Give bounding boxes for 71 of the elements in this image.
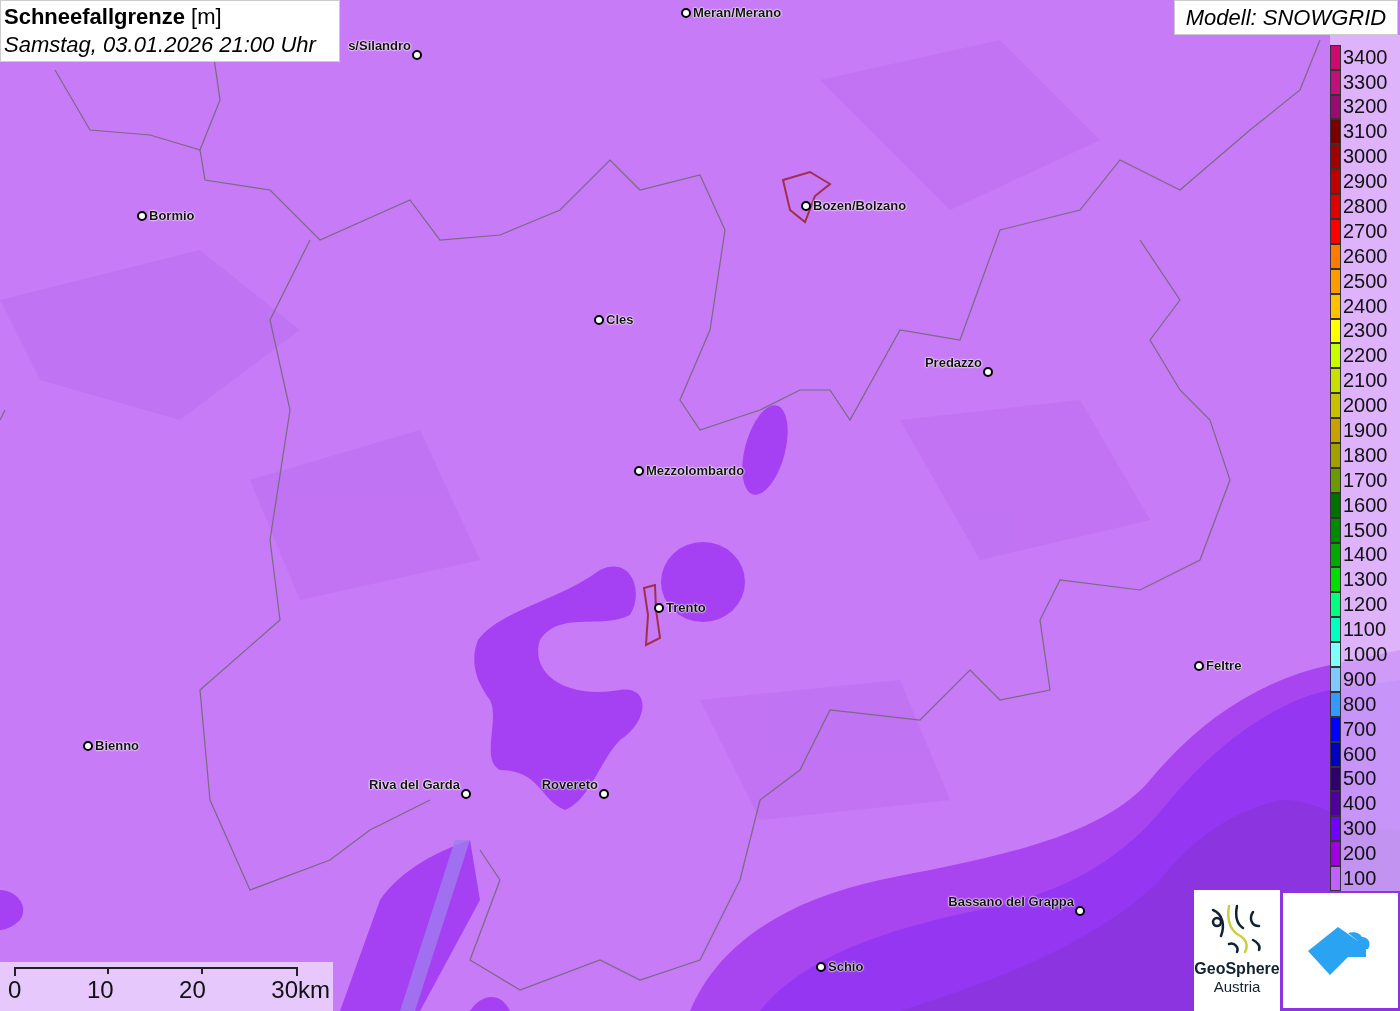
legend-label: 1800: [1343, 443, 1388, 467]
place-label: Bienno: [95, 738, 140, 753]
place-dot-icon: [1075, 906, 1085, 916]
legend-label: 3000: [1343, 145, 1388, 169]
legend-label: 2600: [1343, 244, 1388, 268]
place-dot-icon: [983, 367, 993, 377]
forecast-datetime: Samstag, 03.01.2026 21:00 Uhr: [4, 31, 318, 59]
logo-country: Austria: [1213, 978, 1261, 996]
legend-label: 2500: [1343, 269, 1388, 293]
place-dot-icon: [461, 789, 471, 799]
place-dot-icon: [412, 50, 422, 60]
legend-label: 1600: [1343, 493, 1388, 517]
legend-label: 500: [1343, 767, 1377, 791]
legend-label: 3200: [1343, 95, 1388, 119]
legend-label: 1500: [1343, 518, 1388, 542]
place-dot-icon: [634, 465, 644, 476]
legend-label: 200: [1343, 842, 1377, 866]
place-dot-icon: [599, 789, 609, 799]
legend-label: 3400: [1343, 45, 1388, 69]
place-label: Bormio: [149, 208, 195, 223]
place-label: s/Silandro: [348, 38, 411, 53]
place-label: Predazzo: [924, 355, 982, 370]
place-label: Schio: [828, 959, 864, 974]
place-label: Meran/Merano: [693, 5, 782, 20]
legend-label: 1100: [1343, 618, 1386, 642]
legend-label: 1400: [1343, 543, 1388, 567]
legend-label: 300: [1343, 817, 1377, 841]
legend-label: 400: [1343, 792, 1377, 816]
scale-label: 20: [179, 976, 206, 1004]
place-dot-icon: [83, 740, 93, 751]
legend-label: 3100: [1343, 120, 1388, 144]
legend-label: 2000: [1343, 394, 1388, 418]
legend-label: 1700: [1343, 468, 1388, 492]
legend-label: 1000: [1343, 643, 1388, 667]
place-label: Trento: [666, 600, 706, 615]
legend-label: 2700: [1343, 219, 1388, 243]
scale-label: 30km: [271, 976, 330, 1004]
place-label: Riva del Garda: [368, 777, 460, 792]
map-title: Schneefallgrenze [m]: [4, 4, 223, 30]
legend-label: 600: [1343, 742, 1377, 766]
logo-name: GeoSphere: [1194, 960, 1280, 978]
legend-label: 2300: [1343, 319, 1388, 343]
legend-label: 900: [1343, 667, 1377, 691]
place-label: Cles: [606, 312, 634, 327]
place-label: Rovereto: [541, 777, 598, 792]
place-label: Mezzolombardo: [646, 463, 745, 478]
legend-label: 3300: [1343, 70, 1388, 94]
legend-label: 800: [1343, 692, 1377, 716]
legend-label: 1200: [1343, 593, 1388, 617]
place-dot-icon: [816, 961, 826, 972]
legend-label: 2900: [1343, 170, 1388, 194]
place-dot-icon: [137, 210, 147, 221]
place-dot-icon: [681, 7, 691, 18]
place-label: Bozen/Bolzano: [813, 198, 907, 213]
legend-label: 700: [1343, 717, 1377, 741]
scale-label: 0: [8, 976, 22, 1004]
legend-label: 1300: [1343, 568, 1388, 592]
legend-label: 2100: [1343, 369, 1388, 393]
legend-label: 2800: [1343, 195, 1388, 218]
legend-label: 2200: [1343, 344, 1388, 368]
place-dot-icon: [801, 200, 811, 211]
legend-label: 100: [1343, 867, 1377, 891]
legend-label: 1900: [1343, 419, 1388, 442]
place-label: Feltre: [1206, 658, 1242, 673]
place-dot-icon: [594, 314, 604, 325]
place-dot-icon: [654, 602, 664, 613]
place-label: Bassano del Grappa: [948, 894, 1074, 909]
scale-label: 10: [86, 976, 114, 1004]
legend-label: 2400: [1343, 294, 1388, 318]
model-label: Modell: SNOWGRID: [1174, 0, 1398, 35]
place-dot-icon: [1194, 660, 1204, 671]
